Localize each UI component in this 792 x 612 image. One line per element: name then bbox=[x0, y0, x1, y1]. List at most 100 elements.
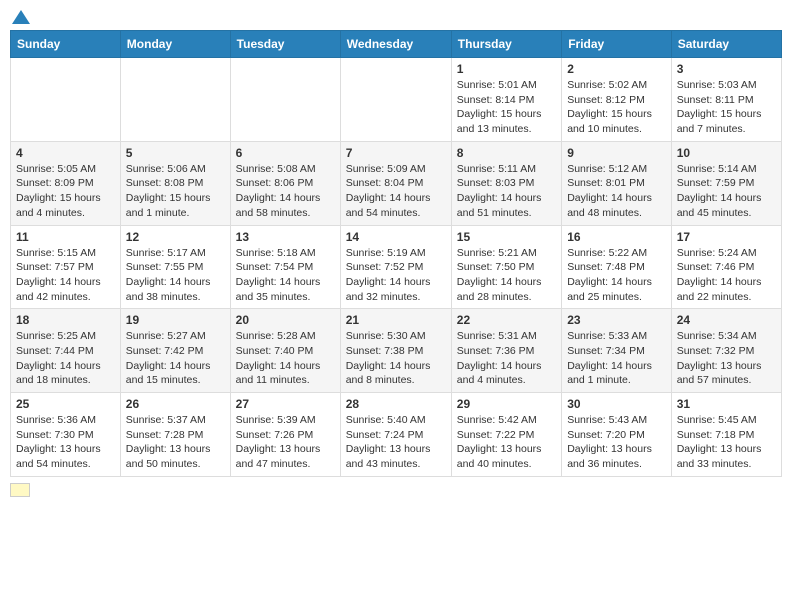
header-day-wednesday: Wednesday bbox=[340, 31, 451, 58]
header-day-sunday: Sunday bbox=[11, 31, 121, 58]
calendar-cell: 18 Sunrise: 5:25 AMSunset: 7:44 PMDayligh… bbox=[11, 309, 121, 393]
day-number: 25 bbox=[16, 397, 115, 411]
day-number: 7 bbox=[346, 146, 446, 160]
day-info: Sunrise: 5:14 AMSunset: 7:59 PMDaylight:… bbox=[677, 162, 776, 221]
day-info: Sunrise: 5:25 AMSunset: 7:44 PMDaylight:… bbox=[16, 329, 115, 388]
calendar-cell: 14 Sunrise: 5:19 AMSunset: 7:52 PMDayligh… bbox=[340, 225, 451, 309]
day-number: 6 bbox=[236, 146, 335, 160]
day-info: Sunrise: 5:27 AMSunset: 7:42 PMDaylight:… bbox=[126, 329, 225, 388]
calendar-cell bbox=[120, 58, 230, 142]
day-info: Sunrise: 5:37 AMSunset: 7:28 PMDaylight:… bbox=[126, 413, 225, 472]
calendar-cell: 11 Sunrise: 5:15 AMSunset: 7:57 PMDayligh… bbox=[11, 225, 121, 309]
day-info: Sunrise: 5:30 AMSunset: 7:38 PMDaylight:… bbox=[346, 329, 446, 388]
day-info: Sunrise: 5:24 AMSunset: 7:46 PMDaylight:… bbox=[677, 246, 776, 305]
header bbox=[10, 10, 782, 22]
week-row-1: 1Sunrise: 5:01 AMSunset: 8:14 PMDaylight… bbox=[11, 58, 782, 142]
calendar-cell: 28 Sunrise: 5:40 AMSunset: 7:24 PMDayligh… bbox=[340, 393, 451, 477]
calendar-cell bbox=[230, 58, 340, 142]
calendar-cell: 24 Sunrise: 5:34 AMSunset: 7:32 PMDayligh… bbox=[671, 309, 781, 393]
day-info: Sunrise: 5:33 AMSunset: 7:34 PMDaylight:… bbox=[567, 329, 666, 388]
day-info: Sunrise: 5:22 AMSunset: 7:48 PMDaylight:… bbox=[567, 246, 666, 305]
week-row-3: 11 Sunrise: 5:15 AMSunset: 7:57 PMDayligh… bbox=[11, 225, 782, 309]
day-info: Sunrise: 5:11 AMSunset: 8:03 PMDaylight:… bbox=[457, 162, 556, 221]
day-info: Sunrise: 5:21 AMSunset: 7:50 PMDaylight:… bbox=[457, 246, 556, 305]
day-info: Sunrise: 5:19 AMSunset: 7:52 PMDaylight:… bbox=[346, 246, 446, 305]
header-day-tuesday: Tuesday bbox=[230, 31, 340, 58]
day-info: Sunrise: 5:08 AMSunset: 8:06 PMDaylight:… bbox=[236, 162, 335, 221]
day-number: 17 bbox=[677, 230, 776, 244]
header-day-thursday: Thursday bbox=[451, 31, 561, 58]
calendar-cell: 8Sunrise: 5:11 AMSunset: 8:03 PMDaylight… bbox=[451, 141, 561, 225]
calendar-cell: 26Sunrise: 5:37 AMSunset: 7:28 PMDayligh… bbox=[120, 393, 230, 477]
calendar-cell: 30 Sunrise: 5:43 AMSunset: 7:20 PMDayligh… bbox=[562, 393, 672, 477]
day-number: 13 bbox=[236, 230, 335, 244]
week-row-4: 18 Sunrise: 5:25 AMSunset: 7:44 PMDayligh… bbox=[11, 309, 782, 393]
day-info: Sunrise: 5:15 AMSunset: 7:57 PMDaylight:… bbox=[16, 246, 115, 305]
day-number: 4 bbox=[16, 146, 115, 160]
calendar-cell: 1Sunrise: 5:01 AMSunset: 8:14 PMDaylight… bbox=[451, 58, 561, 142]
calendar-cell: 3Sunrise: 5:03 AMSunset: 8:11 PMDaylight… bbox=[671, 58, 781, 142]
calendar-cell: 7 Sunrise: 5:09 AMSunset: 8:04 PMDaylight… bbox=[340, 141, 451, 225]
day-info: Sunrise: 5:02 AMSunset: 8:12 PMDaylight:… bbox=[567, 78, 666, 137]
day-info: Sunrise: 5:09 AMSunset: 8:04 PMDaylight:… bbox=[346, 162, 446, 221]
day-info: Sunrise: 5:03 AMSunset: 8:11 PMDaylight:… bbox=[677, 78, 776, 137]
day-info: Sunrise: 5:43 AMSunset: 7:20 PMDaylight:… bbox=[567, 413, 666, 472]
header-day-saturday: Saturday bbox=[671, 31, 781, 58]
footer bbox=[10, 483, 782, 497]
calendar-cell: 23 Sunrise: 5:33 AMSunset: 7:34 PMDayligh… bbox=[562, 309, 672, 393]
calendar-cell bbox=[11, 58, 121, 142]
daylight-box bbox=[10, 483, 30, 497]
day-number: 14 bbox=[346, 230, 446, 244]
day-info: Sunrise: 5:28 AMSunset: 7:40 PMDaylight:… bbox=[236, 329, 335, 388]
day-number: 30 bbox=[567, 397, 666, 411]
day-number: 20 bbox=[236, 313, 335, 327]
day-info: Sunrise: 5:05 AMSunset: 8:09 PMDaylight:… bbox=[16, 162, 115, 221]
calendar-cell: 31 Sunrise: 5:45 AMSunset: 7:18 PMDayligh… bbox=[671, 393, 781, 477]
calendar-cell: 29 Sunrise: 5:42 AMSunset: 7:22 PMDayligh… bbox=[451, 393, 561, 477]
day-info: Sunrise: 5:40 AMSunset: 7:24 PMDaylight:… bbox=[346, 413, 446, 472]
day-info: Sunrise: 5:18 AMSunset: 7:54 PMDaylight:… bbox=[236, 246, 335, 305]
day-info: Sunrise: 5:17 AMSunset: 7:55 PMDaylight:… bbox=[126, 246, 225, 305]
day-number: 18 bbox=[16, 313, 115, 327]
calendar-cell: 21 Sunrise: 5:30 AMSunset: 7:38 PMDayligh… bbox=[340, 309, 451, 393]
calendar-cell: 17 Sunrise: 5:24 AMSunset: 7:46 PMDayligh… bbox=[671, 225, 781, 309]
calendar-cell: 2 Sunrise: 5:02 AMSunset: 8:12 PMDaylight… bbox=[562, 58, 672, 142]
day-number: 5 bbox=[126, 146, 225, 160]
day-number: 1 bbox=[457, 62, 556, 76]
day-number: 19 bbox=[126, 313, 225, 327]
day-info: Sunrise: 5:42 AMSunset: 7:22 PMDaylight:… bbox=[457, 413, 556, 472]
day-number: 23 bbox=[567, 313, 666, 327]
calendar-cell: 15 Sunrise: 5:21 AMSunset: 7:50 PMDayligh… bbox=[451, 225, 561, 309]
day-info: Sunrise: 5:45 AMSunset: 7:18 PMDaylight:… bbox=[677, 413, 776, 472]
calendar-cell: 10 Sunrise: 5:14 AMSunset: 7:59 PMDayligh… bbox=[671, 141, 781, 225]
day-number: 11 bbox=[16, 230, 115, 244]
calendar-cell: 27Sunrise: 5:39 AMSunset: 7:26 PMDayligh… bbox=[230, 393, 340, 477]
calendar-cell: 4 Sunrise: 5:05 AMSunset: 8:09 PMDaylight… bbox=[11, 141, 121, 225]
calendar-cell: 13 Sunrise: 5:18 AMSunset: 7:54 PMDayligh… bbox=[230, 225, 340, 309]
day-number: 16 bbox=[567, 230, 666, 244]
week-row-5: 25Sunrise: 5:36 AMSunset: 7:30 PMDayligh… bbox=[11, 393, 782, 477]
day-info: Sunrise: 5:34 AMSunset: 7:32 PMDaylight:… bbox=[677, 329, 776, 388]
day-number: 22 bbox=[457, 313, 556, 327]
day-number: 12 bbox=[126, 230, 225, 244]
calendar-cell: 9Sunrise: 5:12 AMSunset: 8:01 PMDaylight… bbox=[562, 141, 672, 225]
day-number: 24 bbox=[677, 313, 776, 327]
calendar-cell: 25Sunrise: 5:36 AMSunset: 7:30 PMDayligh… bbox=[11, 393, 121, 477]
calendar-table: SundayMondayTuesdayWednesdayThursdayFrid… bbox=[10, 30, 782, 477]
header-row: SundayMondayTuesdayWednesdayThursdayFrid… bbox=[11, 31, 782, 58]
day-number: 15 bbox=[457, 230, 556, 244]
day-number: 9 bbox=[567, 146, 666, 160]
calendar-cell: 20 Sunrise: 5:28 AMSunset: 7:40 PMDayligh… bbox=[230, 309, 340, 393]
day-number: 2 bbox=[567, 62, 666, 76]
calendar-cell bbox=[340, 58, 451, 142]
calendar-cell: 16 Sunrise: 5:22 AMSunset: 7:48 PMDayligh… bbox=[562, 225, 672, 309]
calendar-cell: 12 Sunrise: 5:17 AMSunset: 7:55 PMDayligh… bbox=[120, 225, 230, 309]
day-number: 28 bbox=[346, 397, 446, 411]
week-row-2: 4 Sunrise: 5:05 AMSunset: 8:09 PMDaylight… bbox=[11, 141, 782, 225]
day-number: 10 bbox=[677, 146, 776, 160]
day-number: 21 bbox=[346, 313, 446, 327]
day-number: 31 bbox=[677, 397, 776, 411]
day-number: 29 bbox=[457, 397, 556, 411]
calendar-cell: 22Sunrise: 5:31 AMSunset: 7:36 PMDayligh… bbox=[451, 309, 561, 393]
header-day-monday: Monday bbox=[120, 31, 230, 58]
